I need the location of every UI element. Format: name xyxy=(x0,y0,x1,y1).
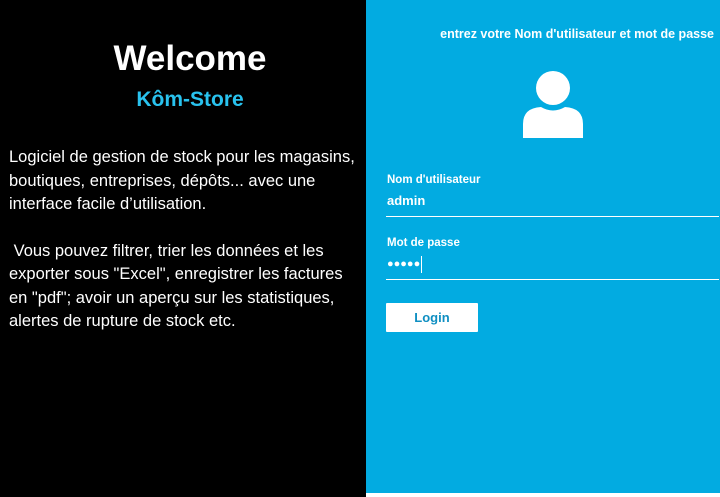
description-paragraph-2: Vous pouvez filtrer, trier les données e… xyxy=(9,240,361,334)
login-panel: entrez votre Nom d'utilisateur et mot de… xyxy=(366,0,720,493)
password-input[interactable]: ●●●●● xyxy=(387,255,687,273)
login-instruction: entrez votre Nom d'utilisateur et mot de… xyxy=(440,27,714,41)
password-value: ●●●●● xyxy=(387,258,421,270)
description-paragraph-2-text: Vous pouvez filtrer, trier les données e… xyxy=(9,241,343,331)
brand-name: Kôm-Store xyxy=(136,88,244,111)
password-label: Mot de passe xyxy=(387,237,460,249)
username-input[interactable] xyxy=(387,192,687,210)
user-icon xyxy=(523,71,583,138)
welcome-title: Welcome xyxy=(113,39,267,78)
password-underline xyxy=(386,279,719,280)
username-label: Nom d'utilisateur xyxy=(387,174,481,186)
login-button[interactable]: Login xyxy=(386,303,478,332)
description-paragraph-1: Logiciel de gestion de stock pour les ma… xyxy=(9,148,355,213)
text-caret xyxy=(421,255,423,273)
username-underline xyxy=(386,216,719,217)
welcome-panel: Welcome Kôm-Store Logiciel de gestion de… xyxy=(0,0,366,497)
window-bottom-border xyxy=(0,493,720,497)
app-description: Logiciel de gestion de stock pour les ma… xyxy=(9,146,361,334)
